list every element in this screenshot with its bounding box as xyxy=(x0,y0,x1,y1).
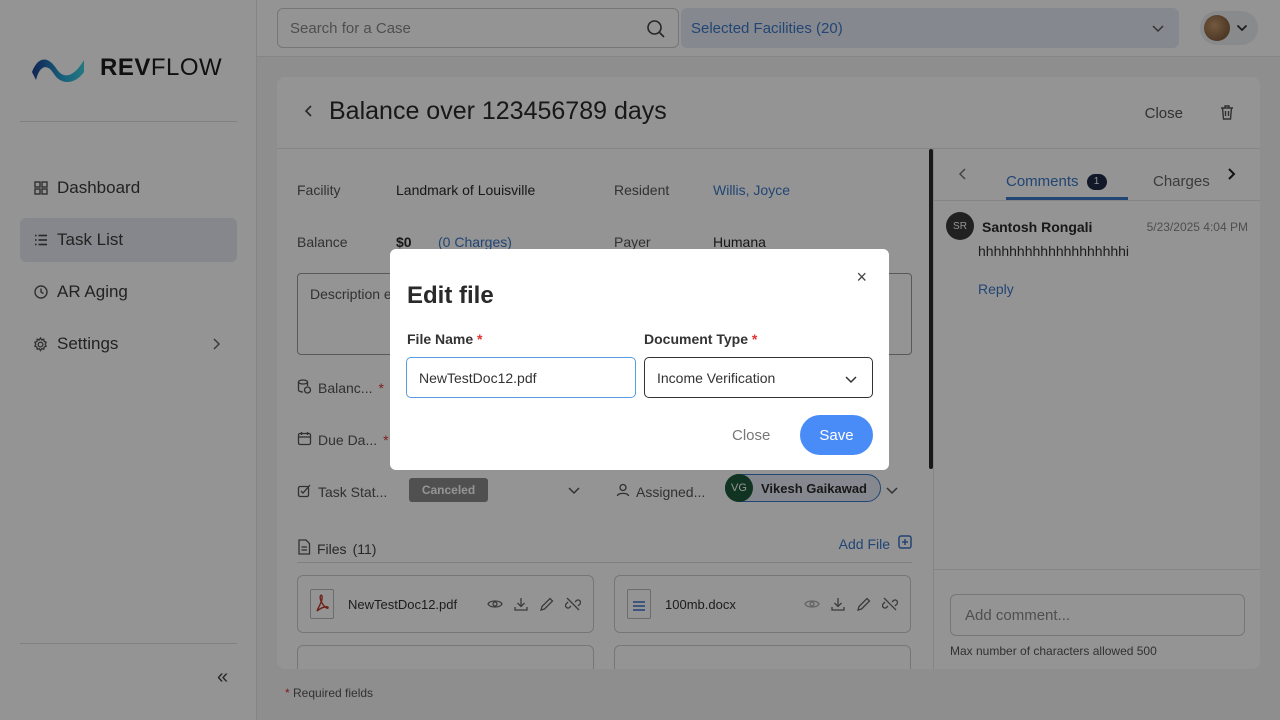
file-name-input[interactable] xyxy=(406,357,636,398)
file-name-label-text: File Name xyxy=(407,331,474,347)
chevron-down-icon xyxy=(844,372,858,388)
edit-file-dialog: × Edit file File Name * Document Type * … xyxy=(390,249,889,470)
save-button[interactable]: Save xyxy=(800,415,873,455)
file-name-label: File Name * xyxy=(407,331,482,347)
document-type-label-text: Document Type xyxy=(644,331,748,347)
required-star: * xyxy=(751,331,758,347)
document-type-select[interactable]: Income Verification xyxy=(644,357,873,398)
dialog-title: Edit file xyxy=(407,282,494,309)
document-type-value: Income Verification xyxy=(657,369,776,386)
required-star: * xyxy=(477,331,483,347)
document-type-label: Document Type * xyxy=(644,331,757,347)
cancel-button[interactable]: Close xyxy=(732,427,770,444)
close-icon[interactable]: × xyxy=(856,267,867,288)
